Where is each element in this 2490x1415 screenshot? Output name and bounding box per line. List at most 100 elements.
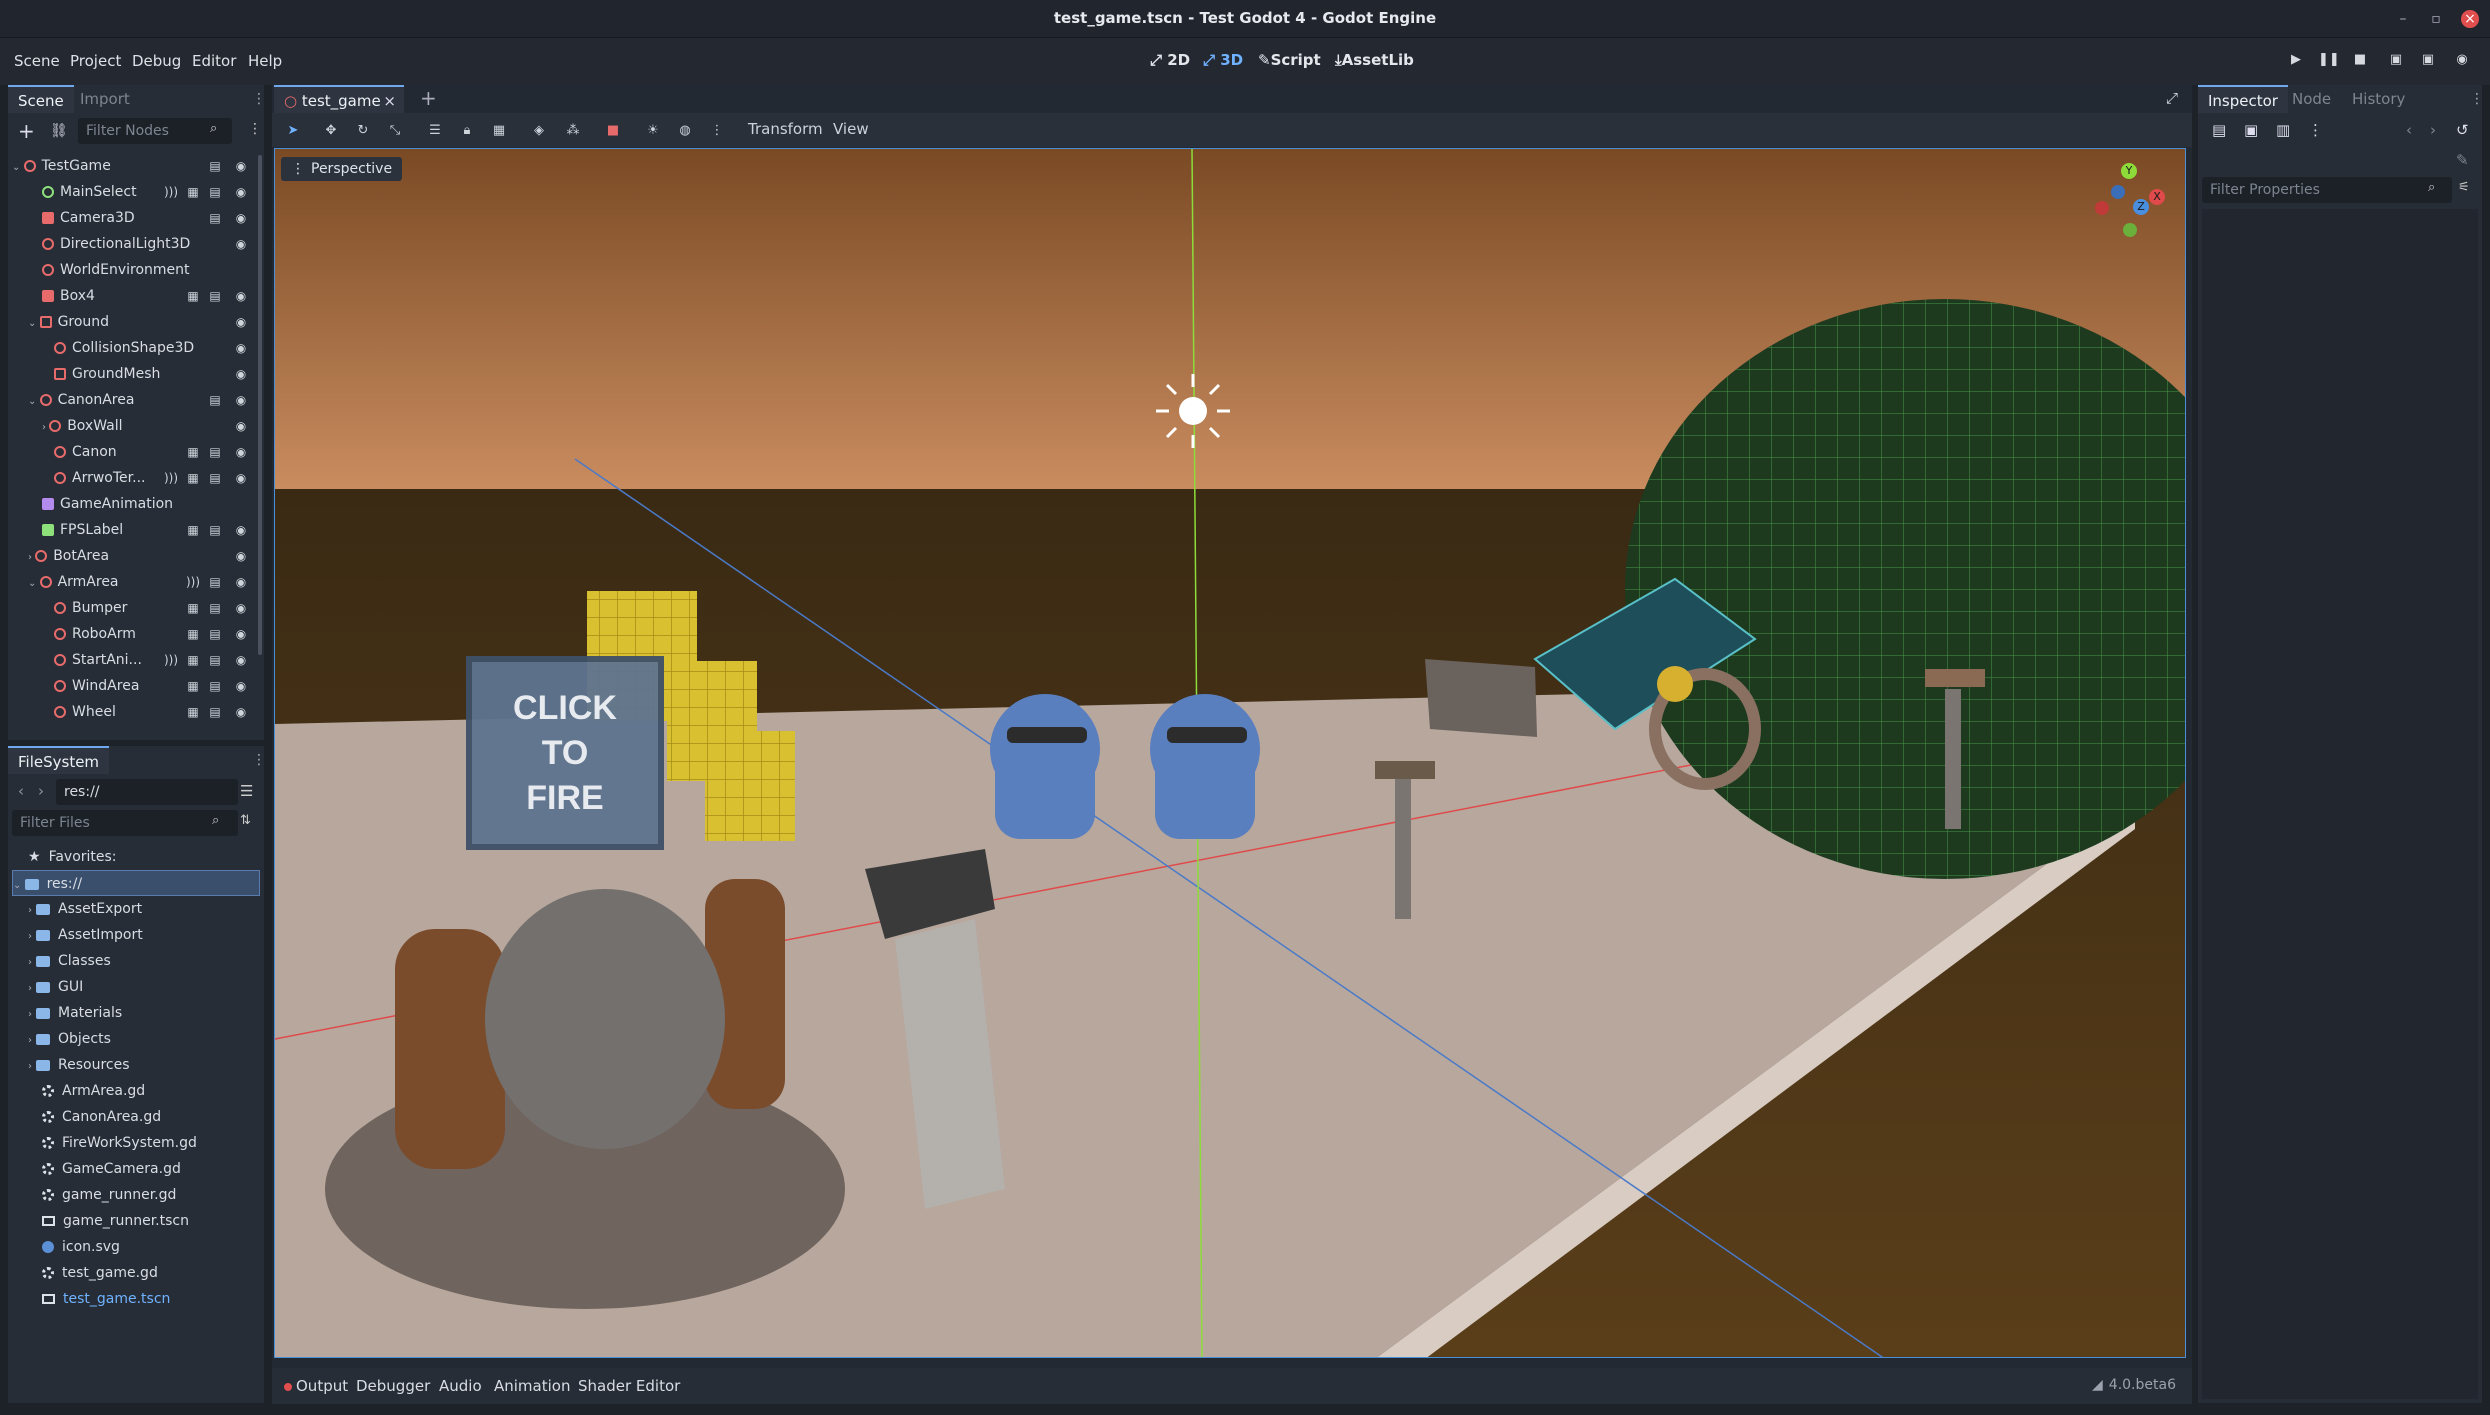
new-resource-icon[interactable]: ▤ (2212, 121, 2226, 139)
visibility-icon[interactable]: ◉ (234, 549, 248, 563)
dock-menu-icon[interactable]: ⋮ (252, 91, 266, 107)
script-icon[interactable]: ▤ (208, 185, 222, 199)
tree-node-canonarea[interactable]: ⌄ CanonArea (28, 387, 134, 413)
signal-icon[interactable]: ))) (164, 185, 178, 199)
scene-tree-scrollbar[interactable] (258, 155, 262, 655)
main-screen-2d[interactable]: ⤢ 2D (1150, 51, 1190, 69)
snap-icon[interactable]: ⁂ (564, 122, 582, 140)
fs-item[interactable]: game_runner.tscn (28, 1208, 278, 1234)
fs-item[interactable]: ArmArea.gd (28, 1078, 278, 1104)
add-node-icon[interactable]: + (18, 119, 35, 143)
tree-node-arrwoter[interactable]: ArrwoTer... (54, 465, 145, 491)
gizmo-neg-x[interactable] (2095, 201, 2109, 215)
minimize-icon[interactable]: – (2394, 10, 2412, 28)
fs-item[interactable]: GameCamera.gd (28, 1156, 278, 1182)
script-icon[interactable]: ▤ (208, 523, 222, 537)
fs-root[interactable]: ⌄ res:// (12, 870, 260, 896)
save-resource-icon[interactable]: ▥ (2276, 121, 2290, 139)
tree-node-ground[interactable]: ⌄ Ground (28, 309, 109, 335)
forward-icon[interactable]: › (38, 782, 44, 800)
restore-icon[interactable]: ▫ (2427, 10, 2445, 28)
script-icon[interactable]: ▤ (208, 601, 222, 615)
movie-maker-icon[interactable]: ◉ (2452, 52, 2472, 72)
menu-editor[interactable]: Editor (192, 52, 236, 70)
output-tab[interactable]: Output (284, 1377, 348, 1395)
camera-preview-icon[interactable]: ■ (604, 122, 622, 140)
visibility-icon[interactable]: ◉ (234, 419, 248, 433)
filter-files-input[interactable]: Filter Files (12, 810, 238, 836)
stop-icon[interactable]: ■ (2350, 52, 2370, 72)
script-icon[interactable]: ▤ (208, 289, 222, 303)
tree-node-mainselect[interactable]: MainSelect (42, 179, 137, 205)
tree-node-canon[interactable]: Canon (54, 439, 117, 465)
history-back-icon[interactable]: ‹ (2406, 121, 2412, 139)
visibility-icon[interactable]: ◉ (234, 367, 248, 381)
dock-menu-icon[interactable]: ⋮ (252, 752, 266, 768)
tree-node-windarea[interactable]: WindArea (54, 673, 139, 699)
object-history-icon[interactable]: ↺ (2456, 121, 2469, 139)
tab-inspector[interactable]: Inspector (2198, 85, 2288, 113)
expand-arrow-icon[interactable]: › (28, 1061, 32, 1072)
tab-scene[interactable]: Scene (8, 85, 74, 113)
toolbar-menu-icon[interactable]: ⋮ (708, 122, 726, 140)
group-icon[interactable]: ▦ (186, 601, 200, 615)
fs-item[interactable]: › AssetExport (28, 896, 278, 922)
script-icon[interactable]: ▤ (208, 575, 222, 589)
group-icon[interactable]: ▦ (186, 471, 200, 485)
main-screen-script[interactable]: ✎Script (1258, 51, 1321, 69)
fs-item[interactable]: test_game.gd (28, 1260, 278, 1286)
scene-tree-menu-icon[interactable]: ⋮ (248, 121, 262, 137)
tab-history[interactable]: History (2342, 85, 2415, 113)
main-screen-assetlib[interactable]: ⤓AssetLib (1335, 51, 1414, 69)
axis-gizmo[interactable]: Y X Z (2095, 163, 2165, 237)
tab-import[interactable]: Import (70, 85, 140, 113)
sun-preview-icon[interactable]: ☀ (644, 122, 662, 140)
play-icon[interactable]: ▶ (2286, 52, 2306, 72)
transform-menu[interactable]: Transform (748, 120, 823, 138)
audio-tab[interactable]: Audio (439, 1377, 482, 1395)
perspective-menu[interactable]: ⋮ Perspective (281, 157, 403, 181)
dock-menu-icon[interactable]: ⋮ (2470, 91, 2484, 107)
visibility-icon[interactable]: ◉ (234, 653, 248, 667)
link-icon[interactable]: ⛓ (50, 123, 68, 139)
script-icon[interactable]: ▤ (208, 679, 222, 693)
filter-properties-input[interactable]: Filter Properties (2202, 177, 2452, 203)
fs-item[interactable]: › AssetImport (28, 922, 278, 948)
environment-preview-icon[interactable]: ◍ (676, 122, 694, 140)
shader-editor-tab[interactable]: Shader Editor (578, 1377, 680, 1395)
open-resource-icon[interactable]: ▣ (2244, 121, 2258, 139)
tree-node-roboarm[interactable]: RoboArm (54, 621, 136, 647)
gizmo-neg-y[interactable] (2123, 223, 2137, 237)
expand-arrow-icon[interactable]: › (28, 1035, 32, 1046)
fs-item[interactable]: FireWorkSystem.gd (28, 1130, 278, 1156)
sort-icon[interactable]: ⇅ (240, 813, 251, 828)
script-icon[interactable]: ▤ (208, 471, 222, 485)
tree-node-boxwall[interactable]: › BoxWall (42, 413, 123, 439)
back-icon[interactable]: ‹ (18, 782, 24, 800)
fs-item[interactable]: game_runner.gd (28, 1182, 278, 1208)
property-options-icon[interactable]: ⚟ (2458, 180, 2470, 195)
script-icon[interactable]: ▤ (208, 627, 222, 641)
group-icon[interactable]: ▦ (186, 185, 200, 199)
distraction-free-icon[interactable]: ⤢ (2166, 89, 2178, 107)
menu-debug[interactable]: Debug (132, 52, 181, 70)
visibility-icon[interactable]: ◉ (234, 705, 248, 719)
split-mode-icon[interactable]: ☰ (240, 782, 253, 800)
tab-node[interactable]: Node (2282, 85, 2341, 113)
filter-nodes-input[interactable]: Filter Nodes (78, 118, 232, 144)
script-icon[interactable]: ▤ (208, 159, 222, 173)
fs-item[interactable]: › Resources (28, 1052, 278, 1078)
visibility-icon[interactable]: ◉ (234, 445, 248, 459)
visibility-icon[interactable]: ◉ (234, 315, 248, 329)
visibility-icon[interactable]: ◉ (234, 237, 248, 251)
history-forward-icon[interactable]: › (2430, 121, 2436, 139)
group-icon[interactable]: ▦ (186, 705, 200, 719)
visibility-icon[interactable]: ◉ (234, 341, 248, 355)
menu-help[interactable]: Help (248, 52, 282, 70)
visibility-icon[interactable]: ◉ (234, 185, 248, 199)
gizmo-neg-z[interactable] (2111, 185, 2125, 199)
signal-icon[interactable]: ))) (186, 575, 200, 589)
tree-node-startani[interactable]: StartAni... (54, 647, 142, 673)
fs-item[interactable]: test_game.tscn (28, 1286, 278, 1312)
menu-project[interactable]: Project (70, 52, 121, 70)
